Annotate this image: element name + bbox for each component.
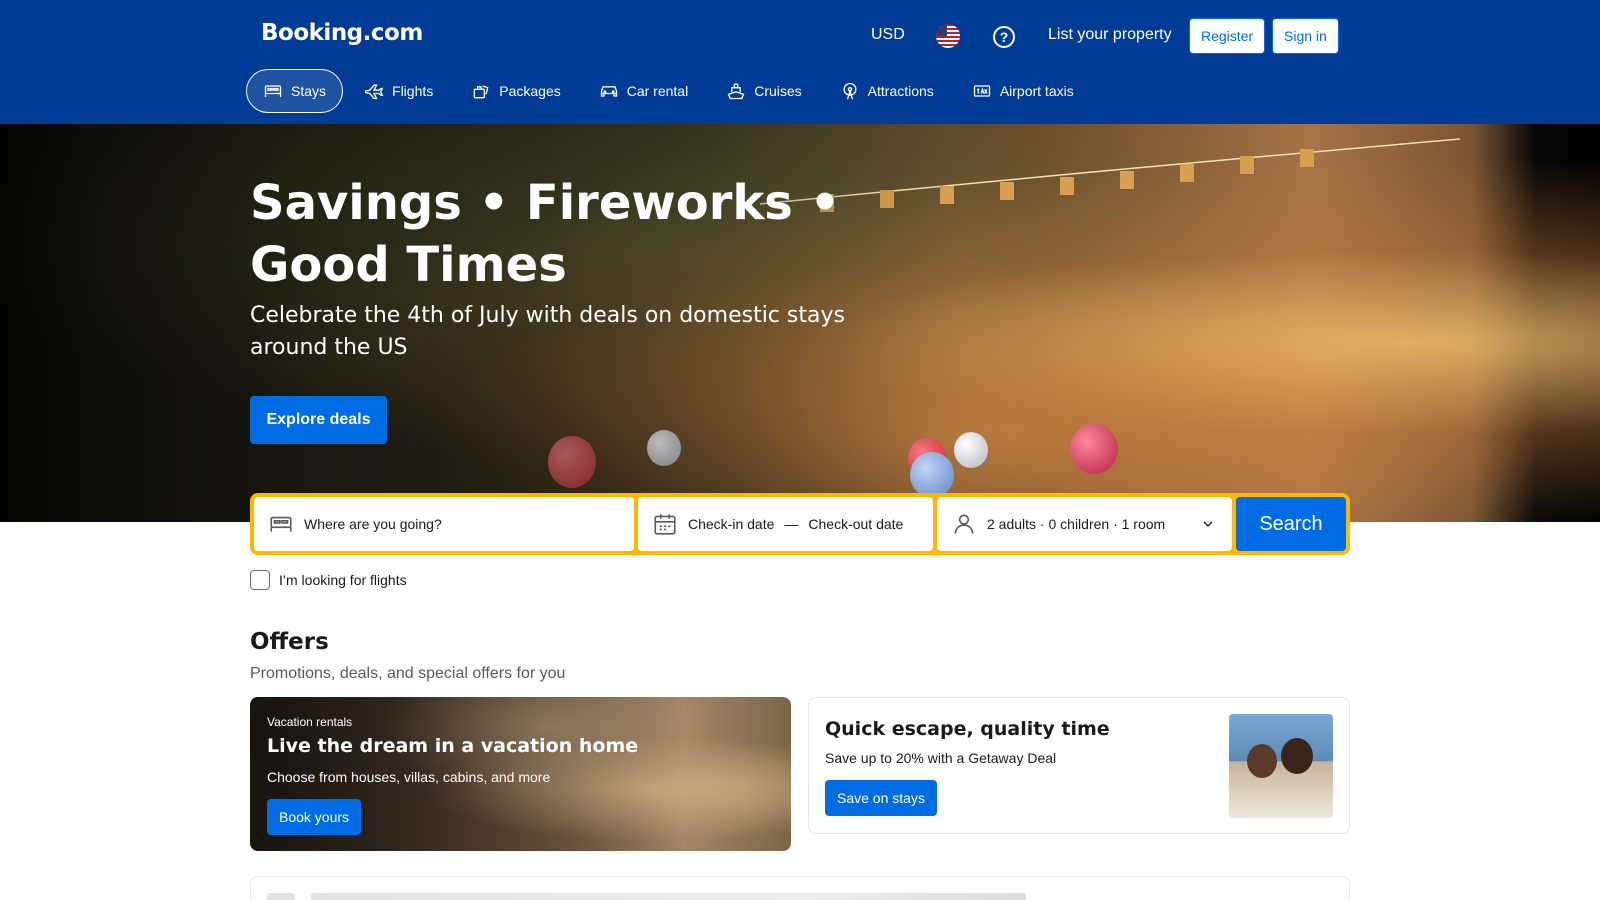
hero-banner: Savings • Fireworks • Good Times Celebra… xyxy=(0,124,1600,522)
us-flag-icon[interactable] xyxy=(936,24,960,48)
loading-placeholder-card xyxy=(250,876,1350,900)
nav-tab-attractions[interactable]: Attractions xyxy=(823,69,951,113)
explore-deals-button[interactable]: Explore deals xyxy=(250,396,387,444)
guests-summary: 2 adults · 0 children · 1 room xyxy=(987,516,1166,532)
booking-logo[interactable]: Booking.com xyxy=(261,20,423,46)
product-nav: Stays Flights Packages Car rental Cruise… xyxy=(246,69,1091,113)
card-description: Save up to 20% with a Getaway Deal xyxy=(825,750,1057,766)
help-icon[interactable]: ? xyxy=(993,26,1015,48)
offers-heading: Offers xyxy=(250,629,329,655)
ship-icon xyxy=(727,83,745,100)
card-kicker: Vacation rentals xyxy=(267,715,353,729)
checkin-date[interactable]: Check-in date xyxy=(688,516,774,532)
date-separator: — xyxy=(784,516,799,532)
hero-subtitle: Celebrate the 4th of July with deals on … xyxy=(250,303,845,360)
taxi-icon xyxy=(973,85,990,97)
register-button[interactable]: Register xyxy=(1189,18,1266,54)
bed-icon xyxy=(270,516,292,532)
nav-tab-label: Car rental xyxy=(626,83,689,99)
bed-icon xyxy=(264,85,282,97)
car-icon xyxy=(600,86,617,97)
calendar-icon xyxy=(654,514,676,535)
couple-photo xyxy=(1229,714,1333,818)
nav-tab-label: Attractions xyxy=(867,83,934,99)
search-bar: Check-in date — Check-out date 2 adults … xyxy=(250,493,1350,555)
nav-tab-label: Packages xyxy=(499,83,561,99)
person-icon xyxy=(954,514,974,534)
skeleton-bar xyxy=(311,893,1026,900)
card-description: Choose from houses, villas, cabins, and … xyxy=(267,769,551,785)
ferris-wheel-icon xyxy=(843,82,857,100)
offer-card-vacation-rentals[interactable]: Vacation rentals Live the dream in a vac… xyxy=(250,697,791,851)
checkout-date[interactable]: Check-out date xyxy=(808,516,903,532)
flights-checkbox[interactable] xyxy=(250,570,270,590)
card-title: Quick escape, quality time xyxy=(825,718,1110,740)
currency-selector[interactable]: USD xyxy=(871,26,905,44)
nav-tab-airport-taxis[interactable]: Airport taxis xyxy=(955,69,1091,113)
list-property-link[interactable]: List your property xyxy=(1048,26,1172,44)
nav-tab-car-rental[interactable]: Car rental xyxy=(582,69,705,113)
card-title: Live the dream in a vacation home xyxy=(267,735,639,757)
nav-tab-label: Stays xyxy=(291,83,327,99)
offers-subheading: Promotions, deals, and special offers fo… xyxy=(250,665,566,682)
save-on-stays-button[interactable]: Save on stays xyxy=(825,780,937,816)
nav-tab-packages[interactable]: Packages xyxy=(454,69,577,113)
nav-tab-cruises[interactable]: Cruises xyxy=(709,69,818,113)
nav-tab-flights[interactable]: Flights xyxy=(347,69,450,113)
plane-icon xyxy=(365,84,384,100)
person-silhouette xyxy=(1247,744,1277,778)
book-yours-button[interactable]: Book yours xyxy=(267,799,362,835)
date-picker-field[interactable]: Check-in date — Check-out date xyxy=(638,497,933,551)
nav-tab-stays[interactable]: Stays xyxy=(246,69,344,113)
search-button[interactable]: Search xyxy=(1236,497,1346,551)
chevron-down-icon xyxy=(1203,521,1213,527)
hero-title: Savings • Fireworks • Good Times xyxy=(250,175,841,293)
nav-tab-label: Cruises xyxy=(754,83,802,99)
offer-card-getaway-deal[interactable]: Quick escape, quality time Save up to 20… xyxy=(808,697,1350,834)
flights-checkbox-row[interactable]: I’m looking for flights xyxy=(250,570,407,590)
nav-tab-label: Airport taxis xyxy=(999,83,1074,99)
person-silhouette xyxy=(1281,738,1313,774)
guests-field[interactable]: 2 adults · 0 children · 1 room xyxy=(937,497,1232,551)
sign-in-button[interactable]: Sign in xyxy=(1272,18,1339,54)
top-header: Booking.com USD ? List your property Reg… xyxy=(0,0,1600,124)
nav-tab-label: Flights xyxy=(392,83,434,99)
skeleton-block xyxy=(267,893,295,900)
destination-field[interactable] xyxy=(254,497,634,551)
flights-checkbox-label[interactable]: I’m looking for flights xyxy=(279,572,407,588)
packages-icon xyxy=(473,85,489,99)
destination-input[interactable] xyxy=(304,516,604,532)
